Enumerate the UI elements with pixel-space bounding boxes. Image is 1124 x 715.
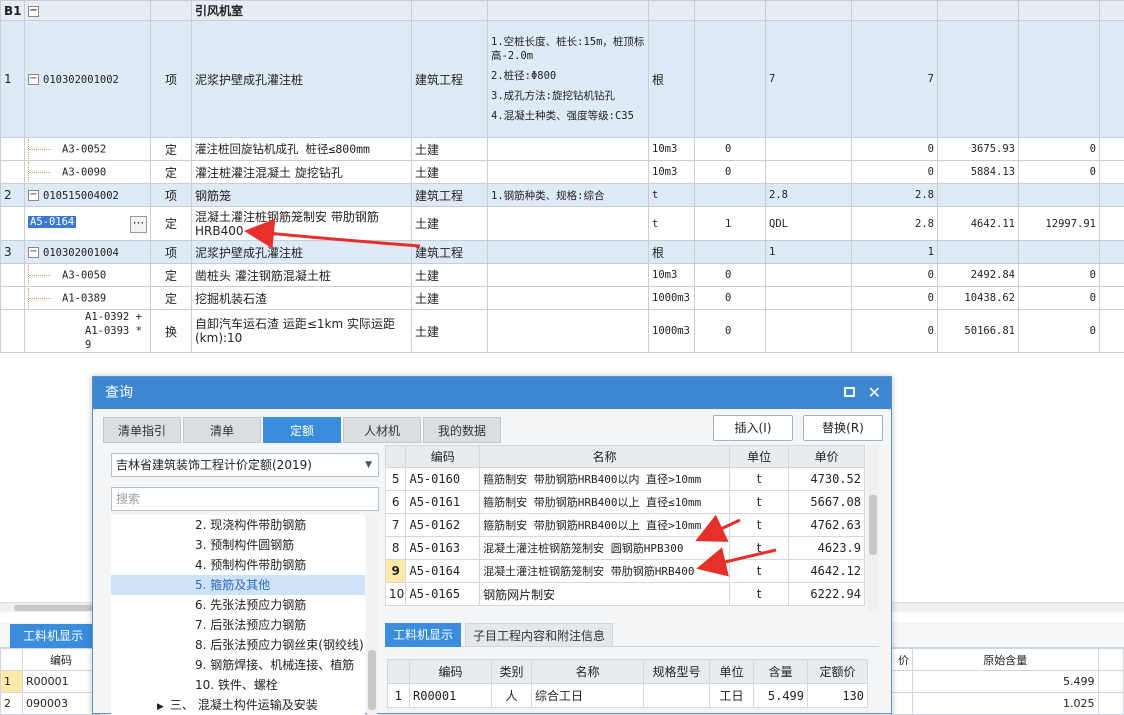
query-dialog: 查询 ✕ 清单指引 清单 定额 人材机 我的数据 插入(I) 替换(R) 吉林省… xyxy=(92,376,892,714)
tree-item[interactable]: 6. 先张法预应力钢筋 xyxy=(111,595,365,615)
table-row[interactable]: 3 −010302001004 项 泥浆护壁成孔灌注桩 建筑工程 根 1 1 xyxy=(1,241,1124,264)
resource-grid: 编码 1R00001 2090003 xyxy=(0,648,100,715)
boq-grid: B1 − 引风机室 1 −010302001002 项 泥浆护壁成孔灌注桩 建筑… xyxy=(0,0,1124,353)
tree-item-selected[interactable]: 5. 箍筋及其他 xyxy=(111,575,365,595)
detail-tabbar: 工料机显示 子目工程内容和附注信息 xyxy=(385,623,879,647)
table-row-selected[interactable]: A5-0164 ··· 定 混凝土灌注桩钢筋笼制安 带肋钢筋HRB400 土建 … xyxy=(1,207,1124,241)
tree-item[interactable]: ▶三、 混凝土构件运输及安装 xyxy=(111,695,365,715)
chevron-right-icon[interactable]: ▶ xyxy=(157,702,164,712)
tree-item[interactable]: 7. 后张法预应力钢筋 xyxy=(111,615,365,635)
table-row[interactable]: 8A5-0163混凝土灌注桩钢筋笼制安 圆钢筋HPB300t4623.9 xyxy=(386,537,865,560)
section-code: B1 xyxy=(1,1,25,21)
dialog-title: 查询 xyxy=(105,385,133,401)
tree-item[interactable]: 10. 铁件、螺栓 xyxy=(111,675,365,695)
tree-item[interactable]: 8. 后张法预应力钢丝束(钢绞线) xyxy=(111,635,365,655)
tab-work-content[interactable]: 子目工程内容和附注信息 xyxy=(465,623,613,647)
tree-scrollbar[interactable] xyxy=(367,515,377,715)
item-features: 1.空桩长度、桩长:15m，桩顶标高-2.0m 2.桩径:Φ800 3.成孔方法… xyxy=(488,21,649,138)
tab-quota[interactable]: 定额 xyxy=(263,417,341,443)
section-row[interactable]: B1 − 引风机室 xyxy=(1,1,1124,21)
table-row[interactable]: A3-0052 定 灌注桩回旋钻机成孔 桩径≤800mm 土建 10m3 0 0… xyxy=(1,138,1124,161)
section-title: 引风机室 xyxy=(192,1,412,21)
tree-item[interactable]: 4. 预制构件带肋钢筋 xyxy=(111,555,365,575)
tab-resource-display[interactable]: 工料机显示 xyxy=(10,624,96,648)
tab-my-data[interactable]: 我的数据 xyxy=(423,417,501,443)
table-row[interactable]: A1-0389 定 挖掘机装石渣 土建 1000m3 0 0 10438.62 … xyxy=(1,287,1124,310)
replace-button[interactable]: 替换(R) xyxy=(803,415,883,441)
collapse-icon[interactable]: − xyxy=(28,6,39,17)
table-row[interactable]: 1 R00001 人 综合工日 工日 5.499 130 xyxy=(388,684,868,708)
table-row[interactable]: 2090003 xyxy=(1,693,100,715)
tab-resource-display[interactable]: 工料机显示 xyxy=(385,623,461,647)
tab-materials[interactable]: 人材机 xyxy=(343,417,421,443)
code-cell-editing[interactable]: A5-0164 ··· xyxy=(25,207,151,241)
table-row[interactable]: 6A5-0161箍筋制安 带肋钢筋HRB400以上 直径≤10mmt5667.0… xyxy=(386,491,865,514)
collapse-icon[interactable]: − xyxy=(28,247,39,258)
tree-item[interactable]: 3. 预制构件圆钢筋 xyxy=(111,535,365,555)
search-input[interactable]: 搜索 xyxy=(111,487,379,511)
table-row[interactable]: 2 −010515004002 项 钢筋笼 建筑工程 1.钢筋种类、规格:综合 … xyxy=(1,184,1124,207)
table-row[interactable]: A3-0090 定 灌注桩灌注混凝土 旋挖钻孔 土建 10m3 0 0 5884… xyxy=(1,161,1124,184)
ellipsis-button[interactable]: ··· xyxy=(130,216,147,233)
chapter-tree: 2. 现浇构件带肋钢筋 3. 预制构件圆钢筋 4. 预制构件带肋钢筋 5. 箍筋… xyxy=(111,515,365,715)
resource-grid-right: 价原始含量 5.499 1.025 xyxy=(890,648,1124,715)
insert-button[interactable]: 插入(I) xyxy=(713,415,793,441)
chevron-down-icon: ▼ xyxy=(365,454,372,476)
table-row[interactable]: 5A5-0160箍筋制安 带肋钢筋HRB400以内 直径>10mmt4730.5… xyxy=(386,468,865,491)
dialog-titlebar[interactable]: 查询 ✕ xyxy=(93,377,891,409)
table-row[interactable]: A3-0050 定 凿桩头 灌注钢筋混凝土桩 土建 10m3 0 0 2492.… xyxy=(1,264,1124,287)
quota-grid: 编码 名称 单位 单价 5A5-0160箍筋制安 带肋钢筋HRB400以内 直径… xyxy=(385,445,865,606)
tree-item[interactable]: 9. 钢筋焊接、机械连接、植筋 xyxy=(111,655,365,675)
quota-book-select[interactable]: 吉林省建筑装饰工程计价定额(2019)▼ xyxy=(111,453,379,477)
collapse-icon[interactable]: − xyxy=(28,190,39,201)
table-row[interactable]: 1 −010302001002 项 泥浆护壁成孔灌注桩 建筑工程 1.空桩长度、… xyxy=(1,21,1124,138)
collapse-icon[interactable]: − xyxy=(28,74,39,85)
table-row[interactable]: 7A5-0162箍筋制安 带肋钢筋HRB400以上 直径>10mmt4762.6… xyxy=(386,514,865,537)
table-row[interactable]: A1-0392 + A1-0393 * 9 换 自卸汽车运石渣 运距≤1km 实… xyxy=(1,310,1124,353)
tree-item[interactable]: 2. 现浇构件带肋钢筋 xyxy=(111,515,365,535)
table-row[interactable]: 1R00001 xyxy=(1,671,100,693)
table-row-selected[interactable]: 9A5-0164混凝土灌注桩钢筋笼制安 带肋钢筋HRB400t4642.12 xyxy=(386,560,865,583)
quota-scrollbar[interactable] xyxy=(867,445,879,613)
tab-bill[interactable]: 清单 xyxy=(183,417,261,443)
resource-detail-grid: 编码 类别 名称 规格型号 单位 含量 定额价 1 R00001 人 综合工日 … xyxy=(387,659,868,708)
close-icon[interactable]: ✕ xyxy=(868,377,881,409)
tab-bill-guide[interactable]: 清单指引 xyxy=(103,417,181,443)
table-row[interactable]: 10A5-0165钢筋网片制安t6222.94 xyxy=(386,583,865,606)
maximize-icon[interactable] xyxy=(844,387,855,397)
